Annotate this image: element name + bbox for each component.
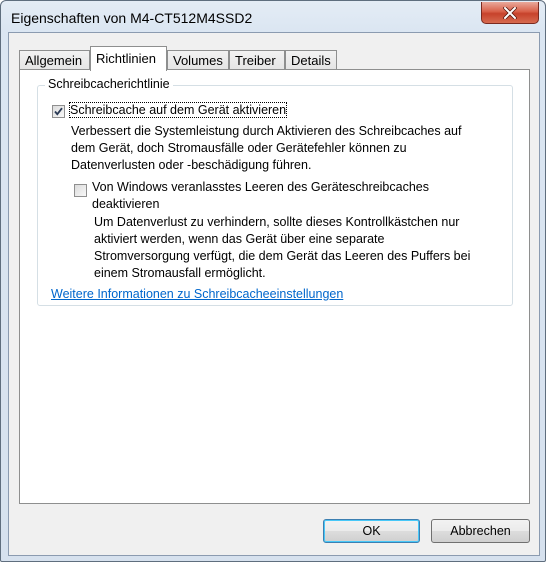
- description-line: Um Datenverlust zu verhindern, sollte di…: [94, 215, 460, 229]
- enable-write-cache-label[interactable]: Schreibcache auf dem Gerät aktivieren: [68, 102, 288, 118]
- disable-cache-flush-label-line1[interactable]: Von Windows veranlasstes Leeren des Gerä…: [92, 180, 429, 194]
- description-line: Stromversorgung verfügt, die dem Gerät d…: [94, 249, 471, 263]
- description-line: Verbessert die Systemleistung durch Akti…: [71, 124, 462, 138]
- description-line: dem Gerät, doch Stromausfälle oder Gerät…: [71, 141, 407, 155]
- properties-dialog: Eigenschaften von M4-CT512M4SSD2 Allgeme…: [0, 0, 546, 562]
- disable-cache-flush-checkbox[interactable]: [74, 184, 87, 197]
- checkmark-icon: [54, 107, 63, 116]
- description-line: aktiviert werden, wenn das Gerät über ei…: [94, 232, 385, 246]
- dialog-client-area: Allgemein Richtlinien Volumes Treiber De…: [8, 32, 540, 556]
- cancel-button[interactable]: Abbrechen: [431, 519, 530, 543]
- disable-cache-flush-label-line2[interactable]: deaktivieren: [92, 197, 159, 211]
- close-button[interactable]: [481, 2, 539, 24]
- write-cache-description: Verbessert die Systemleistung durch Akti…: [71, 123, 462, 174]
- tab-panel-richtlinien: Schreibcacherichtlinie Schreibcache auf …: [19, 69, 530, 504]
- title-bar[interactable]: Eigenschaften von M4-CT512M4SSD2: [1, 1, 545, 35]
- tab-volumes[interactable]: Volumes: [167, 50, 229, 69]
- write-cache-policy-group: Schreibcacherichtlinie Schreibcache auf …: [37, 77, 513, 306]
- tab-treiber[interactable]: Treiber: [229, 50, 285, 69]
- tab-richtlinien[interactable]: Richtlinien: [90, 46, 167, 71]
- close-icon: [503, 6, 517, 19]
- enable-write-cache-checkbox[interactable]: [52, 105, 65, 118]
- description-line: einem Stromausfall ermöglicht.: [94, 266, 266, 280]
- group-legend: Schreibcacherichtlinie: [45, 77, 173, 91]
- cache-flush-description: Um Datenverlust zu verhindern, sollte di…: [94, 214, 470, 282]
- window-title: Eigenschaften von M4-CT512M4SSD2: [11, 10, 253, 26]
- tab-allgemein[interactable]: Allgemein: [19, 50, 90, 69]
- description-line: Datenverlusten oder -beschädigung führen…: [71, 158, 312, 172]
- more-info-link[interactable]: Weitere Informationen zu Schreibcacheein…: [51, 287, 343, 301]
- ok-button[interactable]: OK: [323, 519, 420, 543]
- tab-details[interactable]: Details: [285, 50, 337, 69]
